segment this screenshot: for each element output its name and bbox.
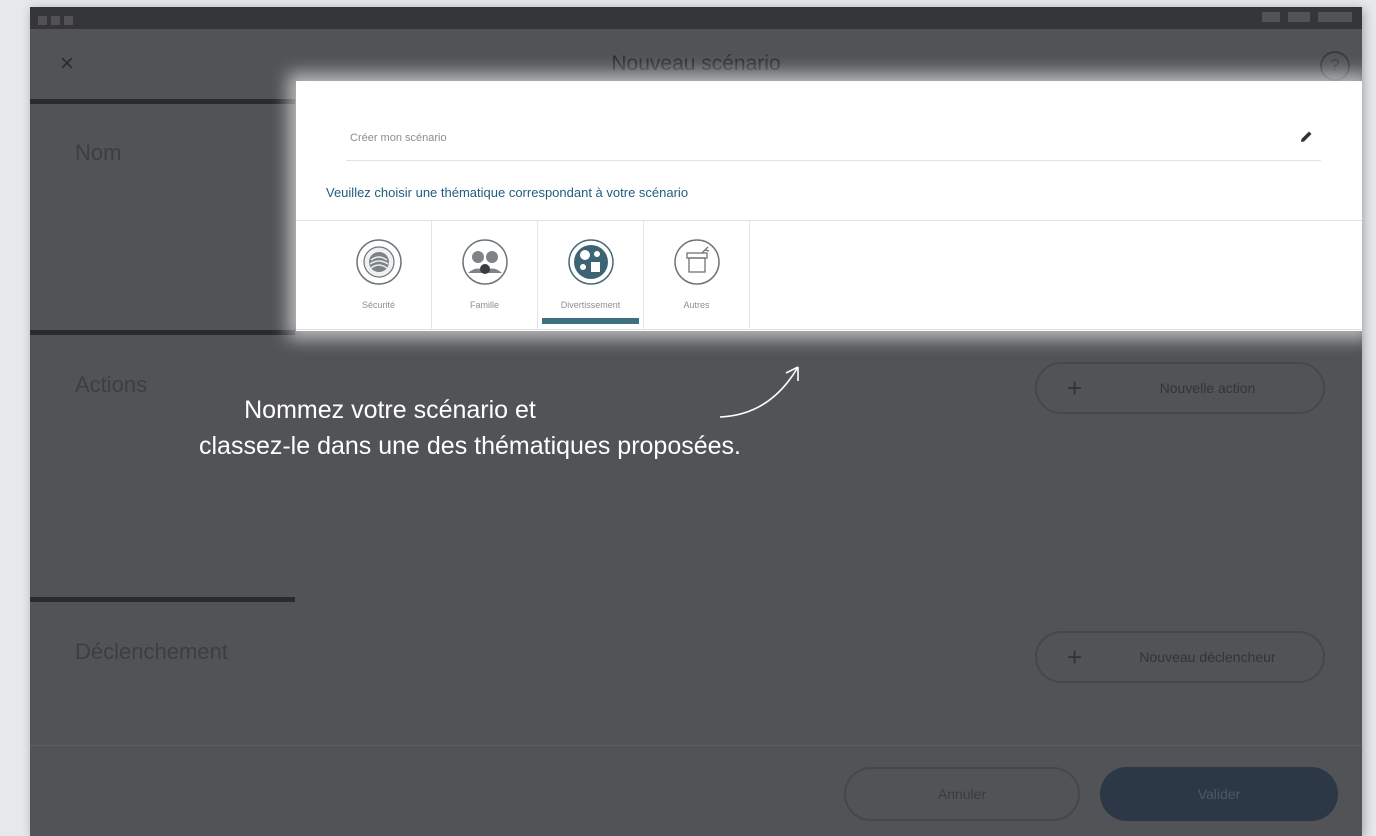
security-icon: [356, 239, 402, 285]
status-icons-left: [38, 12, 98, 25]
plus-icon: +: [1067, 373, 1083, 403]
theme-label: Famille: [469, 300, 499, 310]
plus-icon: +: [1067, 642, 1083, 672]
status-icons-right: [1262, 12, 1352, 22]
scenario-name-field: [346, 114, 1321, 161]
theme-label: Sécurité: [361, 300, 396, 310]
theme-selector: Sécurité Famille Divertissement Autres: [296, 220, 1362, 330]
new-action-button[interactable]: + Nouvelle action: [1035, 362, 1325, 414]
other-icon: [674, 239, 720, 285]
cancel-button[interactable]: Annuler: [844, 767, 1080, 821]
theme-prompt: Veuillez choisir une thématique correspo…: [326, 185, 689, 200]
entertainment-icon: [568, 239, 614, 285]
theme-entertainment[interactable]: Divertissement: [538, 221, 644, 329]
theme-label: Divertissement: [560, 300, 621, 310]
section-bar-actions: [30, 330, 295, 335]
section-bar-trigger: [30, 597, 295, 602]
help-button[interactable]: ?: [1320, 51, 1350, 81]
section-title-name: Nom: [75, 140, 122, 165]
selected-indicator: [542, 318, 639, 324]
validate-button[interactable]: Valider: [1100, 767, 1338, 821]
highlight-panel: Veuillez choisir une thématique correspo…: [296, 81, 1362, 331]
theme-label: Autres: [683, 300, 710, 310]
section-title-trigger: Déclenchement: [75, 639, 228, 664]
new-trigger-button[interactable]: + Nouveau déclencheur: [1035, 631, 1325, 683]
theme-security[interactable]: Sécurité: [326, 221, 432, 329]
section-bar-name: [30, 99, 295, 104]
status-bar: [30, 7, 1362, 29]
scenario-name-input[interactable]: [346, 126, 1250, 150]
page-title: Nouveau scénario: [611, 52, 781, 75]
callout-line-1: Nommez votre scénario et: [244, 396, 536, 424]
theme-other[interactable]: Autres: [644, 221, 750, 329]
new-action-label: Nouvelle action: [1159, 380, 1256, 396]
theme-family[interactable]: Famille: [432, 221, 538, 329]
callout-text: Nommez votre scénario et classez-le dans…: [40, 392, 900, 464]
callout-line-2: classez-le dans une des thématiques prop…: [199, 432, 741, 460]
family-icon: [462, 239, 508, 285]
pencil-icon[interactable]: [1297, 128, 1315, 146]
new-trigger-label: Nouveau déclencheur: [1139, 649, 1276, 665]
footer-divider: [30, 745, 1362, 746]
